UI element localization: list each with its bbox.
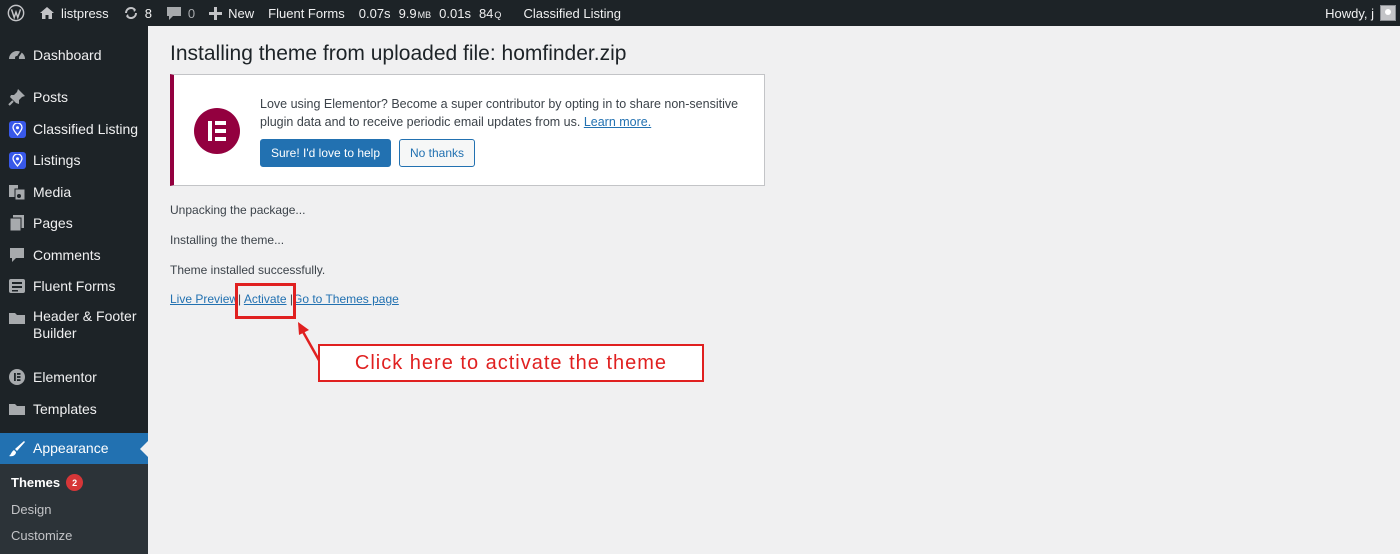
home-icon bbox=[39, 6, 55, 20]
sidebar-item-dashboard[interactable]: Dashboard bbox=[0, 45, 148, 65]
no-thanks-button[interactable]: No thanks bbox=[399, 139, 476, 167]
elementor-optin-notice: Love using Elementor? Become a super con… bbox=[170, 74, 765, 186]
learn-more-link[interactable]: Learn more. bbox=[584, 115, 651, 129]
query-monitor-stats[interactable]: 0.07s 9.9MB 0.01s 84Q bbox=[352, 0, 517, 26]
sidebar-item-classified-listing[interactable]: Classified Listing bbox=[0, 119, 148, 139]
themes-update-badge: 2 bbox=[66, 474, 84, 491]
forms-icon bbox=[7, 276, 27, 296]
classified-label: Classified Listing bbox=[523, 5, 621, 21]
status-unpacking: Unpacking the package... bbox=[170, 203, 306, 217]
location-pin-icon bbox=[7, 119, 27, 139]
sidebar-item-posts[interactable]: Posts bbox=[0, 87, 148, 107]
sidebar-item-comments[interactable]: Comments bbox=[0, 245, 148, 265]
comment-icon bbox=[7, 245, 27, 265]
sidebar-item-media[interactable]: Media bbox=[0, 182, 148, 202]
appearance-submenu: Themes 2 Design Customize bbox=[0, 464, 148, 554]
wordpress-icon bbox=[7, 4, 25, 22]
comments-count: 0 bbox=[187, 5, 196, 21]
sidebar-item-fluent-forms[interactable]: Fluent Forms bbox=[0, 276, 148, 296]
updates-link[interactable]: 8 bbox=[116, 0, 159, 26]
page-title: Installing theme from uploaded file: hom… bbox=[170, 42, 627, 65]
notice-text: Love using Elementor? Become a super con… bbox=[260, 97, 739, 129]
sidebar-item-pages[interactable]: Pages bbox=[0, 213, 148, 233]
site-name-link[interactable]: listpress bbox=[32, 0, 116, 26]
my-account[interactable]: Howdy, j bbox=[1325, 5, 1400, 21]
site-name: listpress bbox=[61, 5, 109, 21]
annotation-callout: Click here to activate the theme bbox=[318, 344, 704, 382]
sidebar-item-listings[interactable]: Listings bbox=[0, 150, 148, 170]
comment-bubble-icon bbox=[166, 6, 182, 21]
live-preview-link[interactable]: Live Preview bbox=[170, 292, 238, 306]
fluent-forms-label: Fluent Forms bbox=[268, 5, 345, 21]
status-success: Theme installed successfully. bbox=[170, 263, 326, 277]
sidebar-item-templates[interactable]: Templates bbox=[0, 399, 148, 419]
folder-icon bbox=[7, 399, 27, 419]
themes-page-link[interactable]: Go to Themes page bbox=[293, 292, 399, 306]
folder-icon bbox=[7, 308, 27, 328]
pages-icon bbox=[7, 213, 27, 233]
sidebar-item-appearance[interactable]: Appearance bbox=[0, 433, 148, 464]
submenu-item-design[interactable]: Design bbox=[11, 502, 51, 517]
updates-count: 8 bbox=[144, 5, 152, 21]
page-time: 0.07s bbox=[358, 5, 391, 21]
updates-icon bbox=[123, 5, 139, 21]
admin-bar: listpress 8 0 New Fluent Forms 0.07s 9.9… bbox=[0, 0, 1400, 26]
media-icon bbox=[7, 182, 27, 202]
activate-highlight-box bbox=[235, 283, 296, 319]
wordpress-logo[interactable] bbox=[0, 0, 32, 26]
elementor-logo-icon bbox=[194, 108, 240, 154]
submenu-item-themes[interactable]: Themes 2 bbox=[11, 474, 84, 491]
location-pin-icon bbox=[7, 150, 27, 170]
admin-sidebar: Dashboard Posts Classified Listing Listi… bbox=[0, 26, 148, 554]
memory: 9.9MB bbox=[398, 5, 432, 21]
status-installing: Installing the theme... bbox=[170, 233, 285, 247]
query-count: 84Q bbox=[478, 5, 502, 21]
sidebar-item-elementor[interactable]: Elementor bbox=[0, 367, 148, 387]
fluent-forms-link[interactable]: Fluent Forms bbox=[261, 0, 352, 26]
dashboard-icon bbox=[7, 45, 27, 65]
elementor-icon bbox=[7, 367, 27, 387]
howdy-text: Howdy, j bbox=[1325, 5, 1374, 21]
query-time: 0.01s bbox=[439, 5, 471, 21]
comments-link[interactable]: 0 bbox=[159, 0, 202, 26]
opt-in-button[interactable]: Sure! I'd love to help bbox=[260, 139, 392, 167]
brush-icon bbox=[7, 439, 27, 459]
plus-icon bbox=[209, 6, 223, 20]
new-content-link[interactable]: New bbox=[202, 0, 261, 26]
new-label: New bbox=[228, 5, 255, 21]
avatar bbox=[1380, 5, 1396, 21]
pin-icon bbox=[7, 87, 27, 107]
classified-listing-link[interactable]: Classified Listing bbox=[516, 0, 628, 26]
submenu-item-customize[interactable]: Customize bbox=[11, 528, 72, 543]
sidebar-item-header-footer-builder[interactable]: Header & Footer Builder bbox=[0, 308, 148, 342]
